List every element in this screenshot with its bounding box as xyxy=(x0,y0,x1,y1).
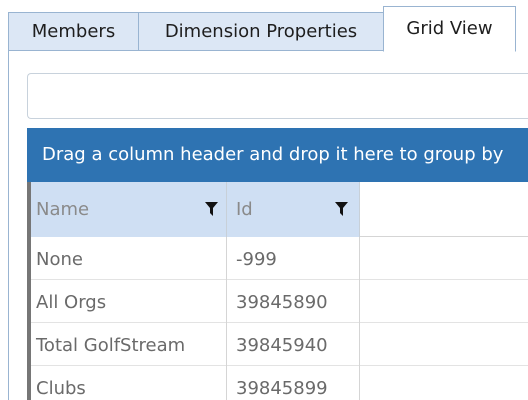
table-row[interactable]: None -999 xyxy=(27,237,528,280)
column-header-id[interactable]: Id xyxy=(227,182,360,237)
id-cell[interactable]: 39845890 xyxy=(227,280,360,323)
table-row[interactable]: Clubs 39845899 xyxy=(27,366,528,400)
grid-header-row: Name Id xyxy=(27,182,528,237)
table-row[interactable]: Total GolfStream 39845940 xyxy=(27,323,528,366)
filter-icon[interactable] xyxy=(205,202,218,216)
search-input[interactable] xyxy=(28,74,528,118)
tab-members[interactable]: Members xyxy=(8,12,139,51)
group-by-panel[interactable]: Drag a column header and drop it here to… xyxy=(27,128,528,182)
grid-view-window: Members Dimension Properties Grid View D… xyxy=(0,0,528,400)
filter-icon[interactable] xyxy=(335,202,348,216)
id-cell[interactable]: 39845940 xyxy=(227,323,360,366)
name-cell[interactable]: Clubs xyxy=(27,366,227,400)
column-header-label: Id xyxy=(236,199,253,220)
name-cell[interactable]: None xyxy=(27,237,227,280)
grid-rows: None -999 All Orgs 39845890 Total GolfSt… xyxy=(27,237,528,400)
id-cell[interactable]: -999 xyxy=(227,237,360,280)
data-grid: Name Id None -999 All Orgs 39845890 Tota… xyxy=(27,182,528,400)
name-cell[interactable]: Total GolfStream xyxy=(27,323,227,366)
table-row[interactable]: All Orgs 39845890 xyxy=(27,280,528,323)
tab-dimension-properties[interactable]: Dimension Properties xyxy=(138,12,384,51)
column-header-label: Name xyxy=(36,199,90,220)
search-field[interactable] xyxy=(27,73,528,119)
id-cell[interactable]: 39845899 xyxy=(227,366,360,400)
column-header-name[interactable]: Name xyxy=(27,182,227,237)
name-cell[interactable]: All Orgs xyxy=(27,280,227,323)
tab-strip: Members Dimension Properties Grid View xyxy=(0,0,528,52)
tab-grid-view[interactable]: Grid View xyxy=(383,6,516,52)
